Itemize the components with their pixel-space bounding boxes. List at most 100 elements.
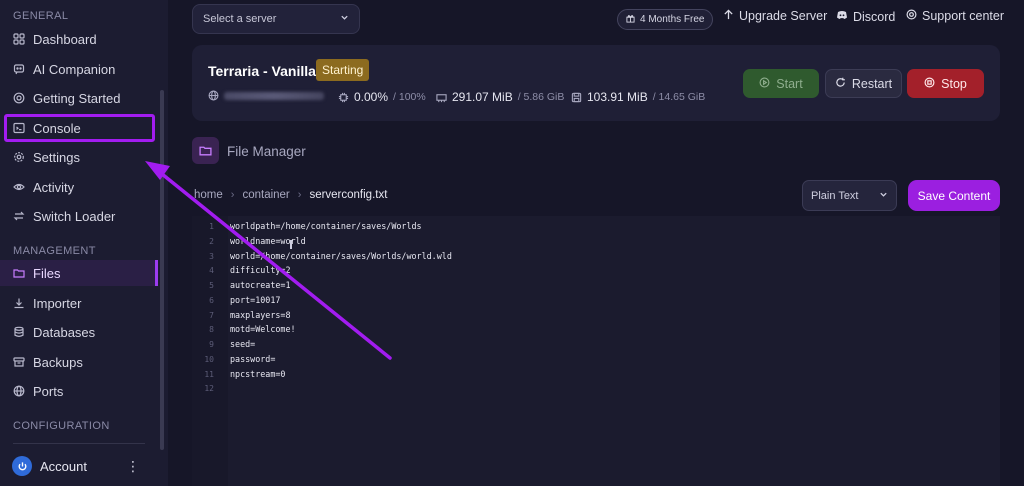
discord-label: Discord: [853, 9, 896, 24]
line-number: 3: [209, 252, 214, 261]
code-line: worldname=world: [230, 236, 306, 246]
cpu-stat: 0.00% / 100%: [338, 90, 426, 104]
disk-icon: [571, 92, 582, 103]
dashboard-icon: [13, 33, 25, 45]
line-number: 9: [209, 340, 214, 349]
sidebar-item-label: Switch Loader: [33, 208, 116, 224]
memory-value: 291.07 MiB: [452, 90, 513, 104]
server-select[interactable]: Select a server: [192, 4, 360, 34]
upgrade-label: Upgrade Server: [739, 9, 828, 23]
line-number: 5: [209, 281, 214, 290]
sidebar-item-files[interactable]: Files: [0, 260, 158, 286]
sidebar-item-importer[interactable]: Importer: [0, 290, 158, 316]
network-icon: [208, 90, 219, 101]
section-label-configuration: CONFIGURATION: [13, 420, 110, 432]
restart-icon: [835, 77, 846, 91]
server-select-placeholder: Select a server: [203, 13, 277, 25]
sidebar-item-label: Settings: [33, 149, 80, 165]
backup-icon: [13, 356, 25, 368]
line-number-gutter: 1 2 3 4 5 6 7 8 9 10 11 12: [192, 216, 228, 486]
sidebar-item-label: Files: [33, 265, 61, 281]
folder-icon: [13, 267, 25, 279]
play-icon: [759, 77, 770, 91]
sidebar-item-settings[interactable]: Settings: [0, 144, 158, 170]
section-label-general: GENERAL: [13, 10, 69, 22]
stop-label: Stop: [941, 76, 967, 91]
support-icon: [906, 9, 917, 23]
save-content-button[interactable]: Save Content: [908, 180, 1000, 211]
code-line: maxplayers=8: [230, 310, 291, 320]
code-line: motd=Welcome!: [230, 324, 296, 334]
power-icon: [12, 456, 32, 476]
arrow-up-icon: [723, 9, 734, 23]
sidebar-item-label: Importer: [33, 295, 82, 311]
getting-started-icon: [13, 92, 25, 104]
discord-icon: [836, 9, 848, 24]
line-number: 11: [204, 370, 214, 379]
server-card: Terraria - Vanilla Starting 0.00% / 100%…: [192, 45, 1000, 121]
memory-stat: 291.07 MiB / 5.86 GiB: [436, 90, 564, 104]
line-number: 12: [204, 384, 214, 393]
code-line: password=: [230, 354, 276, 364]
sidebar-item-switch-loader[interactable]: Switch Loader: [0, 203, 158, 229]
sidebar-item-dashboard[interactable]: Dashboard: [0, 26, 158, 52]
code-line: difficulty=2: [230, 265, 291, 275]
file-manager-title: File Manager: [227, 144, 306, 159]
promo-label: 4 Months Free: [640, 14, 705, 25]
chevron-right-icon: ›: [297, 189, 302, 201]
divider: [13, 443, 145, 444]
disk-stat: 103.91 MiB / 14.65 GiB: [571, 90, 705, 104]
sidebar-item-activity[interactable]: Activity: [0, 174, 158, 200]
discord-link[interactable]: Discord: [836, 9, 895, 24]
line-number: 2: [209, 237, 214, 246]
sidebar-item-label: Dashboard: [33, 31, 97, 47]
eye-icon: [13, 181, 25, 193]
sidebar-item-label: Databases: [33, 324, 96, 340]
sidebar-item-ai-companion[interactable]: AI Companion: [0, 56, 158, 82]
disk-value: 103.91 MiB: [587, 90, 648, 104]
breadcrumb: home › container › serverconfig.txt: [194, 189, 387, 201]
disk-limit: / 14.65 GiB: [652, 91, 706, 103]
stop-button[interactable]: Stop: [907, 69, 984, 98]
file-manager-folder-icon: [192, 137, 219, 164]
sidebar-item-label: AI Companion: [33, 61, 116, 77]
start-label: Start: [776, 76, 803, 91]
status-badge: Starting: [316, 59, 370, 81]
code-line: world=/home/container/saves/Worlds/world…: [230, 251, 452, 261]
account-label: Account: [40, 458, 87, 474]
breadcrumb-current-file: serverconfig.txt: [309, 189, 388, 201]
support-center-link[interactable]: Support center: [906, 9, 1004, 23]
code-editor[interactable]: 1 2 3 4 5 6 7 8 9 10 11 12 worldpath=/ho…: [192, 216, 1000, 486]
restart-button[interactable]: Restart: [825, 69, 902, 98]
server-address: [208, 90, 324, 101]
language-value: Plain Text: [811, 189, 859, 202]
promo-badge[interactable]: 4 Months Free: [617, 9, 714, 30]
chevron-down-icon: [879, 190, 888, 202]
account-menu[interactable]: Account: [12, 456, 87, 476]
upgrade-server-link[interactable]: Upgrade Server: [723, 9, 827, 23]
kebab-menu-icon[interactable]: ⋮: [126, 458, 140, 475]
breadcrumb-container[interactable]: container: [242, 189, 289, 201]
sidebar-item-databases[interactable]: Databases: [0, 319, 158, 345]
language-select[interactable]: Plain Text: [802, 180, 897, 211]
sidebar-item-backups[interactable]: Backups: [0, 349, 158, 375]
sidebar-scrollbar[interactable]: [160, 90, 164, 450]
stop-icon: [924, 77, 935, 91]
line-number: 6: [209, 296, 214, 305]
code-line: npcstream=0: [230, 369, 286, 379]
code-line: autocreate=1: [230, 280, 291, 290]
download-icon: [13, 297, 25, 309]
text-cursor: [290, 240, 292, 249]
code-line: worldpath=/home/container/saves/Worlds: [230, 221, 422, 231]
support-label: Support center: [922, 9, 1004, 23]
sidebar-item-label: Ports: [33, 383, 64, 399]
section-label-management: MANAGEMENT: [13, 245, 96, 257]
sidebar-item-getting-started[interactable]: Getting Started: [0, 85, 158, 111]
blurred-ip-address: [224, 91, 324, 100]
gear-icon: [13, 151, 25, 163]
sidebar-item-ports[interactable]: Ports: [0, 378, 158, 404]
breadcrumb-home[interactable]: home: [194, 189, 223, 201]
start-button[interactable]: Start: [743, 69, 819, 98]
sidebar-item-label: Getting Started: [33, 90, 121, 106]
switch-icon: [13, 210, 25, 222]
